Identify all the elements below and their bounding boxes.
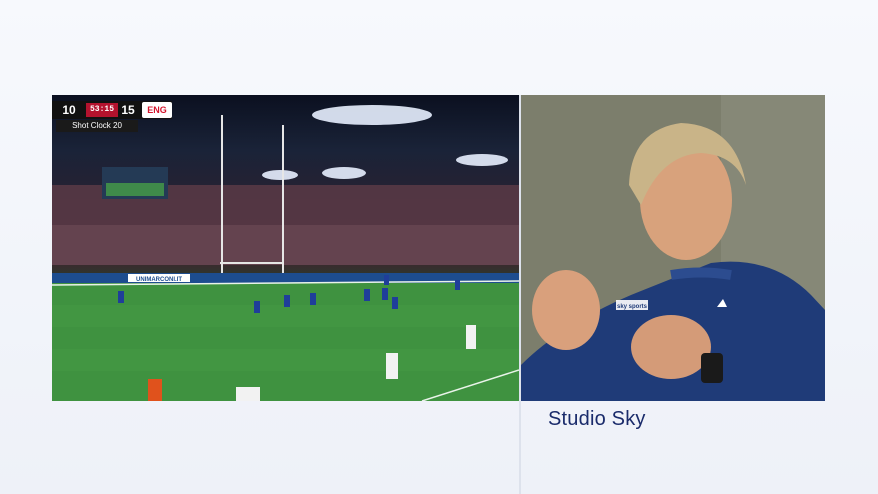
match-clock: 53:15 <box>86 103 118 117</box>
pitch-ad: UNIMARCONI.IT <box>136 277 182 283</box>
shot-clock: Shot Clock 20 <box>56 120 138 132</box>
studio-caption: Studio Sky <box>548 408 646 430</box>
match-scene: UNIMARCONI.IT <box>52 105 519 401</box>
scoreboard: 10 53:15 15 ENG Shot Clock 20 <box>52 101 172 132</box>
studio-video[interactable]: sky sports <box>521 95 825 401</box>
match-video[interactable]: UNIMARCONI.IT 10 53:15 15 ENG Shot Clock… <box>52 95 519 401</box>
presenter-scene: sky sports <box>521 95 825 401</box>
away-score: 15 <box>121 103 135 117</box>
home-score: 10 <box>62 103 76 117</box>
shirt-logo: sky sports <box>617 304 648 310</box>
away-team-badge: ENG <box>142 102 172 118</box>
score-row: 10 53:15 15 ENG <box>52 101 172 119</box>
